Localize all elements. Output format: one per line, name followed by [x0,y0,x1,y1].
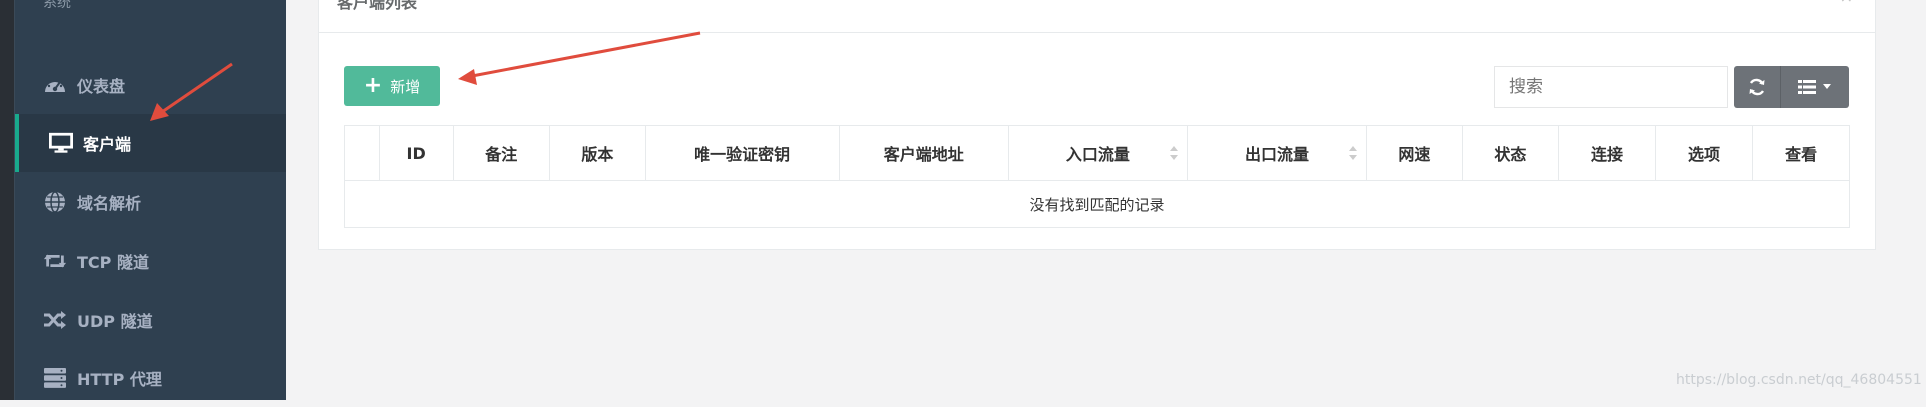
select-all-column[interactable] [344,125,380,181]
sidebar-item-http[interactable]: HTTP 代理 [15,349,286,407]
globe-icon [43,190,67,214]
panel-title: 客户端列表 [337,0,418,12]
server-icon [43,366,67,390]
sidebar-item-dns[interactable]: 域名解析 [15,173,286,231]
random-icon [43,308,67,332]
sidebar-item-clients[interactable]: 客户端 [15,114,286,172]
table-toolbar [1734,66,1849,108]
sidebar-item-label: UDP 隧道 [77,312,153,331]
column-header[interactable]: 版本 [549,125,646,181]
watermark: https://blog.csdn.net/qq_46804551 [1676,372,1922,388]
sidebar-item-tcp[interactable]: TCP 隧道 [15,232,286,290]
column-header-label: 出口流量 [1245,145,1310,164]
sidebar-item-label: 仪表盘 [77,77,126,96]
column-header[interactable]: 连接 [1558,125,1656,181]
column-header[interactable]: 网速 [1366,125,1463,181]
table-header-row: ID 备注 版本 唯一验证密钥 客户端地址 入口流量 出口流量 网速 状态 连接… [344,125,1850,181]
column-header[interactable]: 状态 [1461,125,1560,181]
window-edge [0,0,14,400]
sort-icon [1169,146,1178,160]
sort-icon [1349,146,1358,160]
sidebar: 系统 仪表盘 客户端 域名解析 TCP 隧道 UDP 隧道 HTTP 代理 [15,0,286,400]
column-header[interactable]: 查看 [1752,125,1850,181]
sidebar-section-label: 系统 [43,0,71,11]
column-header-sortable[interactable]: 入口流量 [1007,125,1188,181]
list-icon [1798,80,1816,94]
column-header-label: 入口流量 [1065,145,1130,164]
dashboard-icon [43,73,67,97]
caret-down-icon [1823,84,1831,89]
column-header-sortable[interactable]: 出口流量 [1186,125,1368,181]
retweet-icon [43,249,67,273]
plus-icon: + [363,73,383,98]
column-header[interactable]: 备注 [452,125,551,181]
client-table: ID 备注 版本 唯一验证密钥 客户端地址 入口流量 出口流量 网速 状态 连接… [344,125,1850,228]
refresh-icon [1749,78,1765,96]
sidebar-item-label: 域名解析 [77,194,142,213]
add-client-button[interactable]: + 新增 [344,66,440,106]
search-input[interactable] [1494,66,1728,108]
sidebar-item-label: 客户端 [83,135,132,154]
add-button-label: 新增 [390,77,421,96]
panel-header: 客户端列表 ^ × [319,0,1875,33]
sidebar-item-udp[interactable]: UDP 隧道 [15,291,286,349]
sidebar-item-dashboard[interactable]: 仪表盘 [15,56,286,114]
sidebar-item-label: HTTP 代理 [77,370,162,389]
monitor-icon [49,131,73,155]
column-header[interactable]: 客户端地址 [838,125,1009,181]
columns-toggle-button[interactable] [1781,66,1849,108]
column-header[interactable]: ID [378,125,454,181]
refresh-button[interactable] [1734,66,1780,108]
table-row-empty: 没有找到匹配的记录 [344,180,1850,228]
column-header[interactable]: 唯一验证密钥 [644,125,840,181]
sidebar-item-label: TCP 隧道 [77,253,149,272]
empty-message: 没有找到匹配的记录 [344,180,1850,228]
panel-tools[interactable]: ^ × [1809,0,1859,6]
column-header[interactable]: 选项 [1654,125,1754,181]
